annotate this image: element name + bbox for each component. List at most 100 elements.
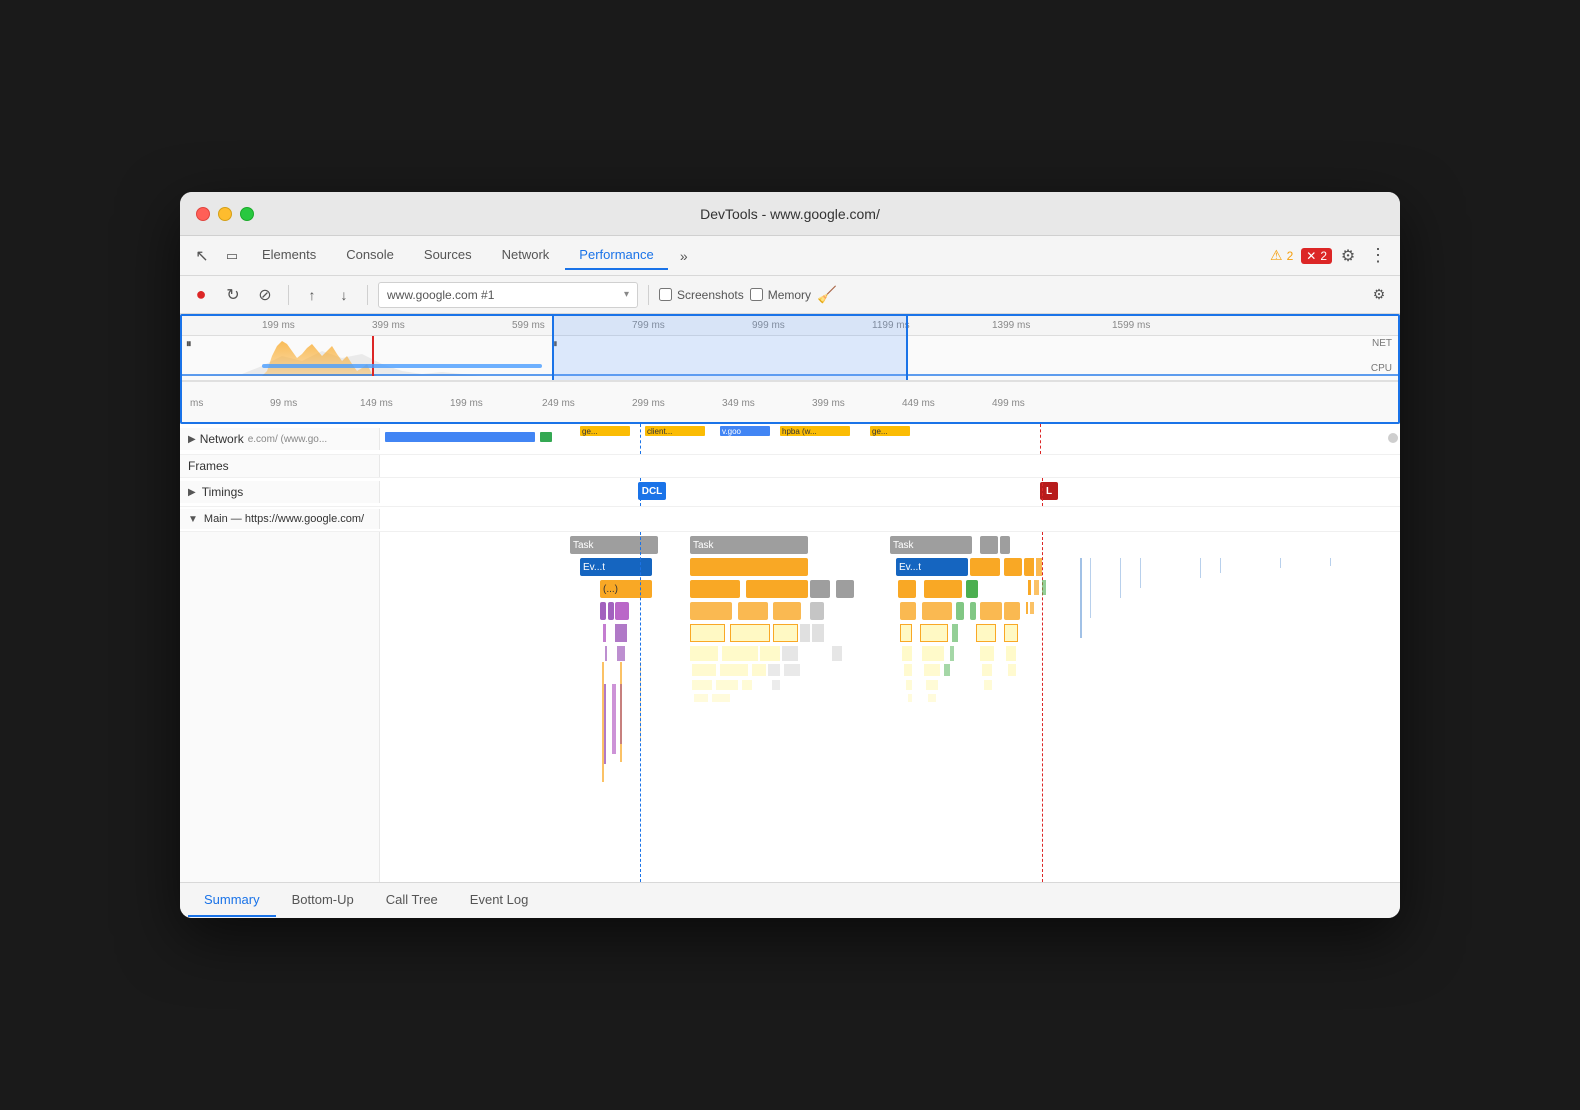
tab-call-tree[interactable]: Call Tree — [370, 884, 454, 917]
timings-label: Timings — [202, 485, 244, 499]
timings-track-row: ▶ Timings DCL L — [180, 478, 1400, 507]
net-bar-hpba: hpba (w... — [780, 426, 850, 436]
warning-icon: ⚠ — [1270, 247, 1283, 264]
memory-checkbox[interactable] — [750, 288, 763, 301]
net-label: NET — [1372, 338, 1392, 349]
thin-114-6 — [782, 646, 798, 661]
task-bar-2: Task — [690, 536, 808, 554]
devtools-window: DevTools - www.google.com/ ↖ ▭ Elements … — [180, 192, 1400, 918]
strip-92-4 — [730, 624, 770, 642]
download-button[interactable]: ↓ — [331, 282, 357, 308]
upload-button[interactable]: ↑ — [299, 282, 325, 308]
blue-right-1 — [1080, 558, 1082, 638]
settings-icon[interactable]: ⚙ — [1334, 242, 1362, 270]
tab-network[interactable]: Network — [488, 241, 564, 270]
net-bar-2 — [540, 432, 552, 442]
yell-70-5 — [922, 602, 952, 620]
separator-2 — [367, 285, 368, 305]
right-y-5 — [1026, 602, 1028, 614]
low-1 — [692, 680, 712, 690]
net-bar-ge: ge... — [580, 426, 630, 436]
memory-checkbox-label[interactable]: Memory — [750, 288, 811, 302]
cursor-icon[interactable]: ↖ — [188, 242, 216, 270]
net-vgoo-label: v.goo — [720, 427, 743, 436]
network-expand-icon[interactable]: ▶ — [188, 434, 196, 445]
warning-badge[interactable]: ⚠ 2 — [1264, 245, 1299, 266]
main-collapse-icon[interactable]: ▼ — [188, 514, 198, 525]
thin-114-11 — [980, 646, 994, 661]
clear-button[interactable]: ⊘ — [252, 282, 278, 308]
frames-track-row: Frames — [180, 455, 1400, 478]
separator-3 — [648, 285, 649, 305]
main-section-label[interactable]: ▼ Main — https://www.google.com/ — [180, 509, 380, 529]
thin-114-4 — [722, 646, 758, 661]
right-y-4 — [1034, 580, 1039, 595]
dense-9 — [982, 664, 992, 676]
bottom-ruler-149: 149 ms — [360, 398, 393, 409]
tab-console[interactable]: Console — [332, 241, 408, 270]
l-label: L — [1046, 486, 1052, 497]
minimize-button[interactable] — [218, 207, 232, 221]
timing-dcl-line — [640, 478, 641, 506]
ruler-mark-199: 199 ms — [262, 320, 295, 331]
low-6 — [926, 680, 938, 690]
tab-elements[interactable]: Elements — [248, 241, 330, 270]
thin-114-3 — [690, 646, 718, 661]
url-input[interactable]: www.google.com #1 ▾ — [378, 282, 638, 308]
timings-expand-icon[interactable]: ▶ — [188, 487, 196, 498]
device-icon[interactable]: ▭ — [218, 242, 246, 270]
record-button[interactable]: ● — [188, 282, 214, 308]
tab-bottom-up[interactable]: Bottom-Up — [276, 884, 370, 917]
vlow-3 — [908, 694, 912, 702]
thin-114-8 — [902, 646, 912, 661]
purple-3 — [615, 602, 629, 620]
flame-dcl-line — [640, 532, 641, 882]
memory-label: Memory — [768, 288, 811, 302]
net-ge-label: ge... — [580, 427, 600, 436]
net-bar — [262, 364, 542, 368]
thin-114-5 — [760, 646, 780, 661]
network-track-label[interactable]: ▶ Network e.com/ (www.go... — [180, 428, 380, 450]
screenshots-checkbox[interactable] — [659, 288, 672, 301]
selection-right-handle[interactable] — [906, 316, 908, 380]
yellow-bar-1 — [690, 558, 808, 576]
maximize-button[interactable] — [240, 207, 254, 221]
bottom-ruler-499: 499 ms — [992, 398, 1025, 409]
evt-bar-2: Ev...t — [896, 558, 968, 576]
close-button[interactable] — [196, 207, 210, 221]
perf-settings-icon[interactable]: ⚙ — [1366, 282, 1392, 308]
timings-track-label[interactable]: ▶ Timings — [180, 481, 380, 503]
dense-2 — [720, 664, 748, 676]
tab-summary[interactable]: Summary — [188, 884, 276, 917]
main-section-row: ▼ Main — https://www.google.com/ — [180, 507, 1400, 532]
dense-1 — [692, 664, 716, 676]
tab-performance[interactable]: Performance — [565, 241, 667, 270]
tab-event-log[interactable]: Event Log — [454, 884, 545, 917]
network-track-content: ge... client... v.goo hpba (w... ge... — [380, 424, 1400, 454]
tab-sources[interactable]: Sources — [410, 241, 486, 270]
screenshots-checkbox-label[interactable]: Screenshots — [659, 288, 744, 302]
purple-tall-1 — [604, 684, 606, 764]
error-badge[interactable]: ✕ 2 — [1301, 248, 1332, 264]
url-dropdown-icon[interactable]: ▾ — [624, 289, 629, 300]
more-tabs-icon[interactable]: » — [670, 242, 698, 270]
dcl-label: DCL — [642, 486, 663, 497]
task-bar-3: Task — [890, 536, 972, 554]
broom-icon[interactable]: 🧹 — [817, 285, 837, 305]
vlow-2 — [712, 694, 730, 702]
error-icon: ✕ — [1306, 249, 1316, 263]
thin-114-9 — [922, 646, 944, 661]
bottom-ruler-399: 399 ms — [812, 398, 845, 409]
net-bar-ge2: ge... — [870, 426, 910, 436]
timing-l-line — [1042, 478, 1043, 506]
timeline-overview[interactable]: 199 ms 399 ms 599 ms 799 ms 999 ms 1199 … — [180, 314, 1400, 424]
frames-track-label[interactable]: Frames — [180, 455, 380, 477]
main-label: Main — https://www.google.com/ — [204, 513, 364, 525]
flame-canvas: Task Task Task Ev...t Ev...t (...) — [380, 532, 1400, 882]
right-y-2 — [1036, 558, 1042, 576]
refresh-record-button[interactable]: ↻ — [220, 282, 246, 308]
ruler-mark-1599: 1599 ms — [1112, 320, 1150, 331]
blue-right-4 — [1140, 558, 1141, 588]
more-icon[interactable]: ⋮ — [1364, 242, 1392, 270]
green-bar-r1 — [966, 580, 978, 598]
